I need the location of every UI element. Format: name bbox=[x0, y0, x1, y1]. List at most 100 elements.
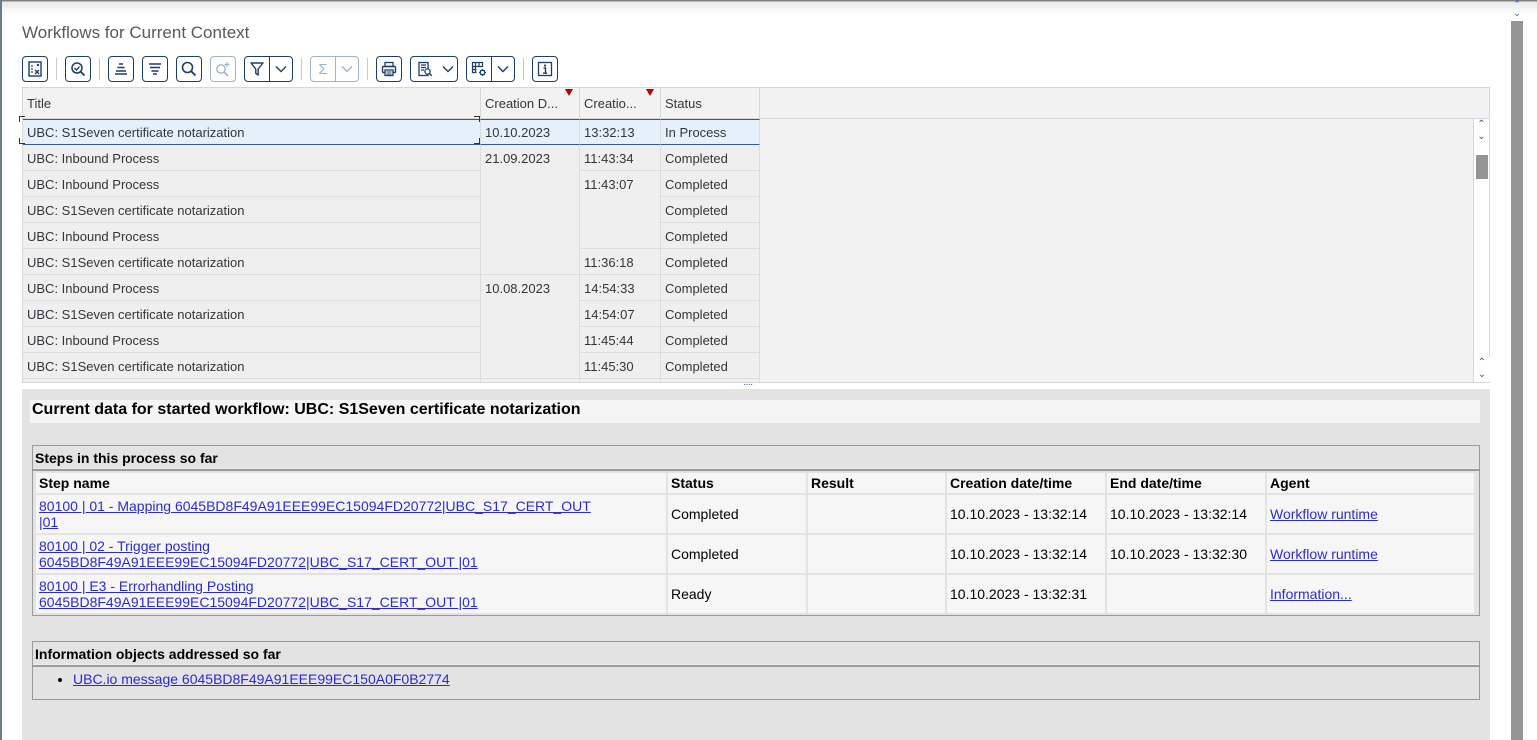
grid-cell-title[interactable]: UBC: S1Seven certificate notarization bbox=[23, 197, 481, 223]
focus-corner bbox=[474, 138, 480, 144]
grid-cell-status[interactable]: Completed bbox=[661, 327, 760, 353]
grid-scrollbar[interactable]: ⌃ ⌄ ⌃ ⌄ bbox=[1473, 119, 1490, 382]
column-header-status[interactable]: Status bbox=[661, 88, 760, 118]
grid-header: Title Creation D... Creatio... Status bbox=[23, 88, 1489, 119]
grid-cell-status[interactable]: Completed bbox=[661, 223, 760, 249]
grid-cell-title[interactable]: UBC: S1Seven certificate notarization bbox=[23, 249, 481, 275]
grid-row[interactable]: UBC: Inbound Process Completed bbox=[23, 223, 760, 249]
grid-cell-status[interactable]: In Process bbox=[661, 119, 760, 145]
grid-cell-date[interactable] bbox=[481, 327, 580, 353]
grid-cell-status[interactable]: Completed bbox=[661, 171, 760, 197]
column-header-label: Title bbox=[27, 96, 52, 111]
grid-cell-empty bbox=[580, 379, 661, 382]
window-scrollbar[interactable] bbox=[1511, 21, 1523, 740]
grid-cell-date[interactable]: 10.10.2023 bbox=[481, 119, 580, 145]
agent-link[interactable]: Workflow runtime bbox=[1270, 506, 1378, 522]
grid-cell-status[interactable]: Completed bbox=[661, 301, 760, 327]
layout-button[interactable] bbox=[466, 56, 515, 82]
step-link[interactable]: 80100 | 01 - Mapping 6045BD8F49A91EEE99E… bbox=[39, 498, 591, 530]
layout-settings-icon bbox=[467, 57, 491, 81]
grid-cell-date[interactable] bbox=[481, 171, 580, 197]
grid-cell-status[interactable]: Completed bbox=[661, 197, 760, 223]
sort-ascending-button[interactable] bbox=[108, 56, 134, 82]
workflow-grid: Title Creation D... Creatio... Status UB… bbox=[22, 87, 1490, 383]
views-dropdown-chevron-down-icon[interactable] bbox=[439, 57, 457, 81]
focus-corner bbox=[19, 116, 25, 122]
step-name-cell: 80100 | 01 - Mapping 6045BD8F49A91EEE99E… bbox=[36, 495, 666, 533]
grid-cell-time[interactable]: 13:32:13 bbox=[580, 119, 661, 145]
grid-cell-time[interactable]: 11:43:07 bbox=[580, 171, 661, 197]
grid-cell-time[interactable]: 11:43:34 bbox=[580, 145, 661, 171]
find-next-button[interactable] bbox=[210, 56, 236, 82]
grid-cell-title[interactable]: UBC: Inbound Process bbox=[23, 327, 481, 353]
grid-cell-date[interactable] bbox=[481, 249, 580, 275]
grid-row[interactable]: UBC: S1Seven certificate notarization 11:… bbox=[23, 353, 760, 379]
grid-cell-time[interactable]: 11:45:44 bbox=[580, 327, 661, 353]
grid-cell-status[interactable]: Completed bbox=[661, 145, 760, 171]
grid-cell-date[interactable] bbox=[481, 197, 580, 223]
filter-button[interactable] bbox=[244, 56, 293, 82]
grid-cell-title[interactable]: UBC: S1Seven certificate notarization bbox=[23, 119, 481, 145]
details-button[interactable] bbox=[22, 56, 48, 82]
splitter-handle[interactable]: ···· bbox=[743, 380, 753, 390]
grid-cell-title[interactable]: UBC: S1Seven certificate notarization bbox=[23, 353, 481, 379]
grid-cell-title[interactable]: UBC: Inbound Process bbox=[23, 275, 481, 301]
grid-cell-status[interactable]: Completed bbox=[661, 353, 760, 379]
grid-cell-time[interactable] bbox=[580, 197, 661, 223]
step-link[interactable]: 80100 | 02 - Trigger posting 6045BD8F49A9… bbox=[39, 538, 478, 570]
toolbar-separator bbox=[523, 58, 524, 80]
check-button[interactable] bbox=[65, 56, 91, 82]
grid-row[interactable]: UBC: S1Seven certificate notarization 14:… bbox=[23, 301, 760, 327]
scroll-down-icon[interactable]: ⌄ bbox=[1510, 9, 1524, 18]
scroll-down-icon[interactable]: ⌄ bbox=[1474, 369, 1490, 381]
layout-dropdown-chevron-down-icon[interactable] bbox=[491, 57, 514, 81]
step-link[interactable]: 80100 | E3 - Errorhandling Posting 6045BD… bbox=[39, 578, 478, 610]
grid-row[interactable]: UBC: Inbound Process 11:45:44 Completed bbox=[23, 327, 760, 353]
grid-cell-time[interactable]: 14:54:33 bbox=[580, 275, 661, 301]
grid-cell-time[interactable] bbox=[580, 223, 661, 249]
info-object-link[interactable]: UBC.io message 6045BD8F49A91EEE99EC150A0… bbox=[73, 671, 450, 687]
filter-dropdown-chevron-down-icon[interactable] bbox=[269, 57, 292, 81]
grid-row[interactable]: UBC: S1Seven certificate notarization 10.… bbox=[23, 119, 760, 145]
grid-row[interactable]: UBC: S1Seven certificate notarization Com… bbox=[23, 197, 760, 223]
grid-row[interactable]: UBC: Inbound Process 10.08.2023 14:54:33 Co… bbox=[23, 275, 760, 301]
column-header-creation-date[interactable]: Creation D... bbox=[481, 88, 580, 118]
view-icon bbox=[411, 57, 439, 81]
info-icon bbox=[533, 57, 557, 81]
grid-cell-status[interactable]: Completed bbox=[661, 249, 760, 275]
grid-cell-date[interactable] bbox=[481, 353, 580, 379]
column-header-title[interactable]: Title bbox=[23, 88, 481, 118]
grid-row[interactable]: UBC: S1Seven certificate notarization 11:… bbox=[23, 249, 760, 275]
grid-cell-title[interactable]: UBC: Inbound Process bbox=[23, 223, 481, 249]
agent-link[interactable]: Workflow runtime bbox=[1270, 546, 1378, 562]
grid-cell-time[interactable]: 14:54:07 bbox=[580, 301, 661, 327]
sum-button[interactable]: Σ bbox=[310, 56, 359, 82]
information-button[interactable] bbox=[532, 56, 558, 82]
scroll-up-icon[interactable]: ⌃ bbox=[1474, 119, 1489, 131]
filter-icon bbox=[245, 57, 269, 81]
grid-cell-time[interactable]: 11:45:30 bbox=[580, 353, 661, 379]
agent-link[interactable]: Information... bbox=[1270, 586, 1352, 602]
column-header-creation-time[interactable]: Creatio... bbox=[580, 88, 661, 118]
grid-cell-date[interactable]: 10.08.2023 bbox=[481, 275, 580, 301]
window-scroll-arrows[interactable]: ⌃ ⌄ bbox=[1510, 0, 1524, 20]
grid-row[interactable]: UBC: Inbound Process 11:43:07 Completed bbox=[23, 171, 760, 197]
grid-cell-date[interactable]: 21.09.2023 bbox=[481, 145, 580, 171]
grid-cell-title[interactable]: UBC: Inbound Process bbox=[23, 145, 481, 171]
grid-cell-date[interactable] bbox=[481, 301, 580, 327]
scroll-down-icon[interactable]: ⌄ bbox=[1474, 131, 1489, 143]
grid-cell-time[interactable]: 11:36:18 bbox=[580, 249, 661, 275]
print-button[interactable] bbox=[376, 56, 402, 82]
grid-cell-date[interactable] bbox=[481, 223, 580, 249]
sort-descending-button[interactable] bbox=[142, 56, 168, 82]
grid-cell-title[interactable]: UBC: Inbound Process bbox=[23, 171, 481, 197]
grid-row[interactable]: UBC: Inbound Process 21.09.2023 11:43:34 Co… bbox=[23, 145, 760, 171]
grid-cell-status[interactable]: Completed bbox=[661, 275, 760, 301]
grid-scroll-thumb[interactable] bbox=[1476, 155, 1488, 179]
info-objects-heading: Information objects addressed so far bbox=[33, 642, 1479, 667]
find-button[interactable] bbox=[176, 56, 202, 82]
grid-cell-title[interactable]: UBC: S1Seven certificate notarization bbox=[23, 301, 481, 327]
views-button[interactable] bbox=[410, 56, 458, 82]
scroll-up-icon[interactable]: ⌃ bbox=[1474, 357, 1490, 369]
sum-dropdown-chevron-down-icon[interactable] bbox=[335, 57, 358, 81]
